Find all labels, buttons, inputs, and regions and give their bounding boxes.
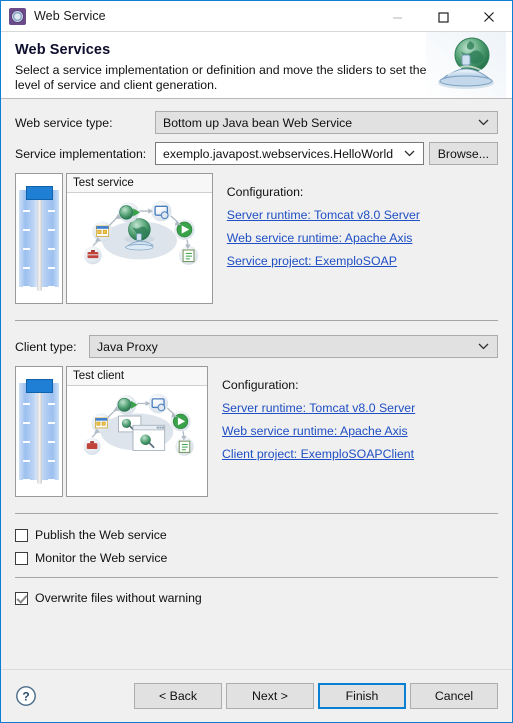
- globe-on-dome-icon: [426, 32, 506, 98]
- test-client-preview: Test client: [66, 366, 208, 497]
- client-type-row: Client type: Java Proxy: [15, 335, 498, 358]
- overwrite-files-label: Overwrite files without warning: [35, 591, 202, 605]
- divider-overwrite: [15, 577, 498, 578]
- dialog-body: Web service type: Bottom up Java bean We…: [1, 99, 512, 605]
- overwrite-files-row[interactable]: Overwrite files without warning: [15, 591, 498, 605]
- divider-service-client: [15, 320, 498, 321]
- help-icon[interactable]: ?: [15, 685, 37, 707]
- service-implementation-label: Service implementation:: [15, 146, 147, 161]
- publish-web-service-row[interactable]: Publish the Web service: [15, 528, 498, 542]
- monitor-web-service-row[interactable]: Monitor the Web service: [15, 551, 498, 565]
- client-section: Test client Configuration: Server runtim…: [15, 366, 498, 497]
- next-button[interactable]: Next >: [226, 683, 314, 709]
- service-server-runtime-link[interactable]: Server runtime: Tomcat v8.0 Server: [227, 208, 420, 222]
- service-flow-diagram: [84, 200, 199, 266]
- slider-spine: [36, 186, 42, 291]
- client-type-label: Client type:: [15, 339, 77, 354]
- service-generation-slider[interactable]: [15, 173, 63, 304]
- minimize-icon[interactable]: [374, 1, 420, 33]
- client-web-service-runtime-link[interactable]: Web service runtime: Apache Axis: [222, 424, 408, 438]
- monitor-web-service-label: Monitor the Web service: [35, 551, 168, 565]
- test-service-preview: Test service: [66, 173, 213, 304]
- test-service-preview-title: Test service: [67, 174, 212, 193]
- back-button[interactable]: < Back: [134, 683, 222, 709]
- dialog-header: Web Services Select a service implementa…: [1, 32, 512, 99]
- slider-thumb[interactable]: [26, 186, 53, 200]
- monitor-web-service-checkbox[interactable]: [15, 551, 28, 565]
- chevron-down-icon: [478, 112, 489, 133]
- client-type-dropdown[interactable]: Java Proxy: [89, 335, 498, 358]
- service-implementation-row: Service implementation: exemplo.javapost…: [15, 142, 498, 165]
- publish-web-service-label: Publish the Web service: [35, 528, 167, 542]
- chevron-down-icon[interactable]: [404, 143, 415, 164]
- window-controls: [374, 1, 512, 33]
- client-generation-slider[interactable]: [15, 366, 63, 497]
- client-project-link[interactable]: Client project: ExemploSOAPClient: [222, 447, 414, 461]
- browse-button[interactable]: Browse...: [428, 142, 498, 165]
- gear-icon: [9, 7, 26, 25]
- client-server-runtime-link[interactable]: Server runtime: Tomcat v8.0 Server: [222, 401, 415, 415]
- web-service-type-dropdown[interactable]: Bottom up Java bean Web Service: [155, 111, 498, 134]
- client-type-value: Java Proxy: [97, 339, 158, 354]
- divider-client-options: [15, 513, 498, 514]
- publish-web-service-checkbox[interactable]: [15, 528, 28, 542]
- title-bar: Web Service: [1, 0, 512, 32]
- test-client-preview-title: Test client: [67, 367, 207, 386]
- window-title: Web Service: [34, 9, 106, 23]
- client-configuration-title: Configuration:: [221, 378, 299, 392]
- service-configuration: Configuration: Server runtime: Tomcat v8…: [227, 173, 498, 277]
- web-service-type-label: Web service type:: [15, 115, 113, 130]
- overwrite-files-checkbox[interactable]: [15, 591, 28, 605]
- dialog-footer: ? < Back Next > Finish Cancel: [1, 669, 512, 722]
- client-flow-diagram: [83, 393, 194, 456]
- service-web-service-runtime-link[interactable]: Web service runtime: Apache Axis: [227, 231, 413, 245]
- svg-text:?: ?: [22, 690, 29, 704]
- close-icon[interactable]: [466, 1, 512, 33]
- service-implementation-value: exemplo.javapost.webservices.HelloWorld: [163, 146, 394, 161]
- chevron-down-icon: [478, 336, 489, 357]
- web-service-type-value: Bottom up Java bean Web Service: [163, 115, 353, 130]
- client-configuration: Configuration: Server runtime: Tomcat v8…: [222, 366, 498, 470]
- service-section: Test service Configuration: Server runti…: [15, 173, 498, 304]
- service-project-link[interactable]: Service project: ExemploSOAP: [227, 254, 397, 268]
- dialog-buttons: < Back Next > Finish Cancel: [134, 683, 498, 709]
- web-service-type-row: Web service type: Bottom up Java bean We…: [15, 111, 498, 134]
- web-service-wizard-dialog: Web Service Web Services Select a servic…: [0, 0, 513, 723]
- finish-button[interactable]: Finish: [318, 683, 406, 709]
- maximize-icon[interactable]: [420, 1, 466, 33]
- slider-spine: [36, 379, 42, 484]
- page-description: Select a service implementation or defin…: [15, 63, 427, 92]
- service-implementation-input[interactable]: exemplo.javapost.webservices.HelloWorld: [155, 142, 424, 165]
- slider-thumb[interactable]: [26, 379, 53, 393]
- service-configuration-title: Configuration:: [226, 185, 304, 199]
- cancel-button[interactable]: Cancel: [410, 683, 498, 709]
